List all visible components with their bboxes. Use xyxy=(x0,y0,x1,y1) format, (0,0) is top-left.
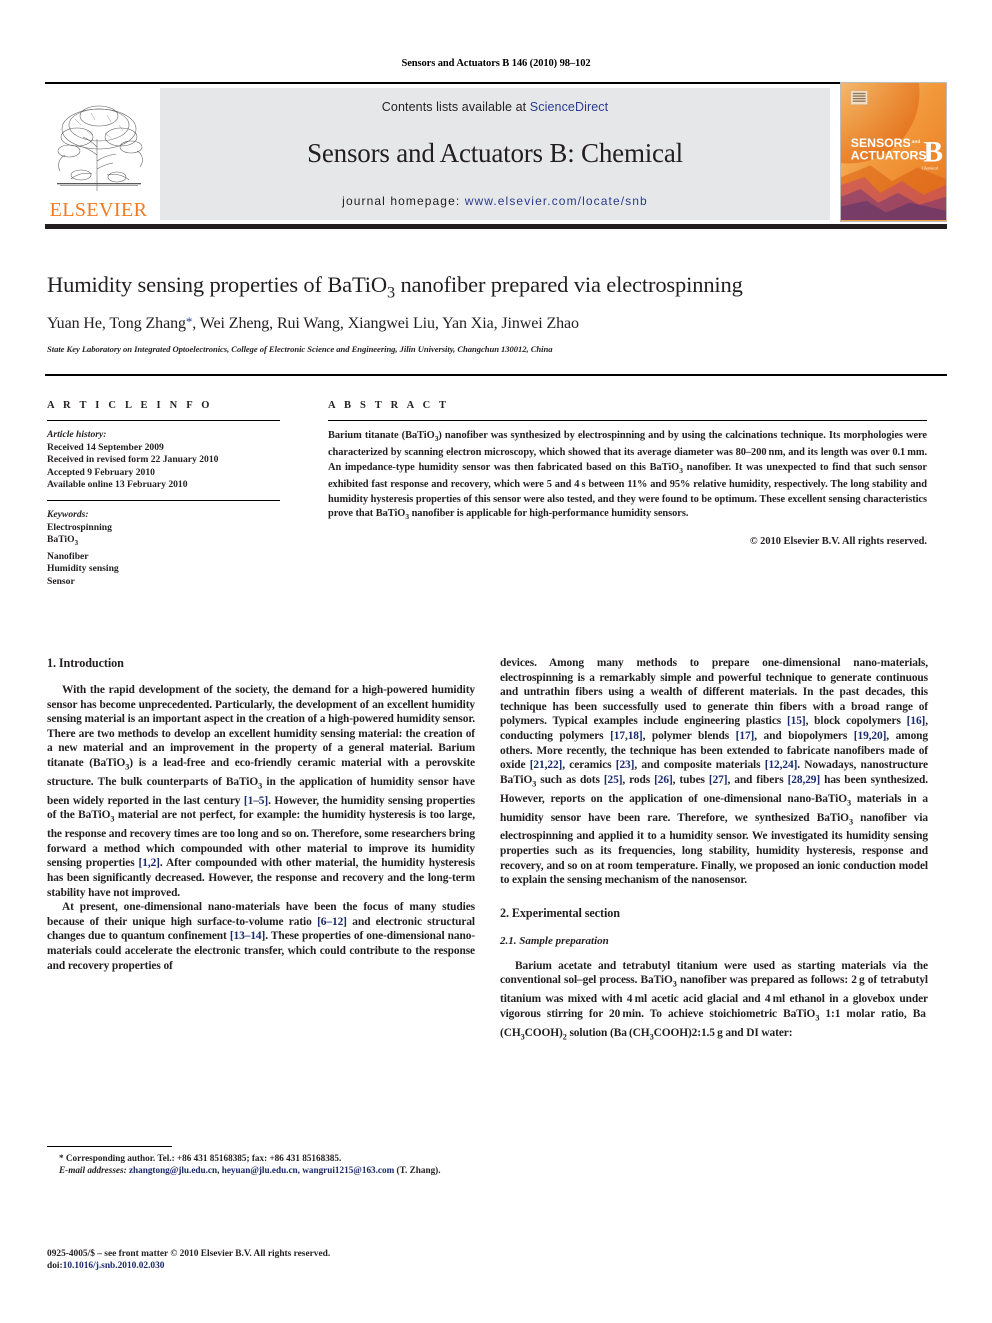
title-part-1: Humidity sensing properties of BaTiO xyxy=(47,272,388,297)
authors-part-2: , Wei Zheng, Rui Wang, Xiangwei Liu, Yan… xyxy=(192,315,579,332)
article-info-column: A R T I C L E I N F O Article history: R… xyxy=(47,400,280,588)
issn-front-matter: 0925-4005/$ – see front matter © 2010 El… xyxy=(47,1249,331,1259)
abstract-text: Barium titanate (BaTiO3) nanofiber was s… xyxy=(328,430,927,522)
abstract-heading: A B S T R A C T xyxy=(328,400,450,411)
paragraph: With the rapid development of the societ… xyxy=(47,684,475,899)
email-note: E-mail addresses: zhangtong@jlu.edu.cn, … xyxy=(47,1164,475,1176)
imprint-block: 0925-4005/$ – see front matter © 2010 El… xyxy=(47,1248,475,1273)
article-info-rule xyxy=(47,420,280,421)
masthead-bottom-rule xyxy=(45,224,947,229)
history-item: Received in revised form 22 January 2010 xyxy=(47,454,219,466)
title-part-2: nanofiber prepared via electrospinning xyxy=(394,272,743,297)
abstract-copyright: © 2010 Elsevier B.V. All rights reserved… xyxy=(749,535,927,547)
section-heading-experimental: 2. Experimental section xyxy=(500,905,620,920)
article-history: Article history: Received 14 September 2… xyxy=(47,429,280,492)
svg-text:ACTUATORS: ACTUATORS xyxy=(851,149,927,163)
journal-cover-thumbnail[interactable]: SENSORS and ACTUATORS B Chemical xyxy=(840,82,947,222)
homepage-label: journal homepage: xyxy=(342,194,465,208)
keyword-item: Humidity sensing xyxy=(47,563,119,575)
body-column-right: devices. Among many methods to prepare o… xyxy=(500,656,928,1045)
homepage-url-link[interactable]: www.elsevier.com/locate/snb xyxy=(465,194,648,208)
paragraph: devices. Among many methods to prepare o… xyxy=(500,657,929,887)
journal-article-page: Sensors and Actuators B 146 (2010) 98–10… xyxy=(0,0,992,1323)
article-history-label: Article history: xyxy=(47,429,107,440)
page-title: Humidity sensing properties of BaTiO3 na… xyxy=(47,272,927,303)
subsection-heading-sample-preparation: 2.1. Sample preparation xyxy=(500,934,609,947)
affiliation: State Key Laboratory on Integrated Optoe… xyxy=(47,344,553,354)
svg-text:and: and xyxy=(912,139,921,145)
sciencedirect-link[interactable]: ScienceDirect xyxy=(530,100,608,114)
keywords-list: Keywords: Electrospinning BaTiO3 Nanofib… xyxy=(47,509,280,588)
doi-link[interactable]: 10.1016/j.snb.2010.02.030 xyxy=(63,1261,165,1271)
contents-prefix: Contents lists available at xyxy=(381,100,530,114)
title-subscript: 3 xyxy=(387,283,395,302)
elsevier-tree-icon xyxy=(56,105,143,191)
journal-title: Sensors and Actuators B: Chemical xyxy=(307,138,683,168)
paragraph: Barium acetate and tetrabutyl titanium w… xyxy=(500,959,928,1041)
history-item: Available online 13 February 2010 xyxy=(47,479,188,491)
elsevier-wordmark: ELSEVIER xyxy=(49,199,148,221)
authors-part-1: Yuan He, Tong Zhang xyxy=(47,315,186,332)
email-suffix: (T. Zhang). xyxy=(394,1165,441,1176)
masthead-top-rule xyxy=(45,82,947,84)
section-heading-introduction: 1. Introduction xyxy=(47,656,124,670)
keyword-item: BaTiO3 xyxy=(47,534,79,548)
author-list: Yuan He, Tong Zhang*, Wei Zheng, Rui Wan… xyxy=(47,314,927,333)
history-item: Received 14 September 2009 xyxy=(47,441,164,453)
body-column-left: 1. Introduction With the rapid developme… xyxy=(47,656,475,973)
email-label: E-mail addresses: xyxy=(59,1165,127,1176)
elsevier-logo: ELSEVIER xyxy=(45,88,152,220)
keyword-item: Electrospinning xyxy=(47,521,112,533)
doi-line: doi:10.1016/j.snb.2010.02.030 xyxy=(47,1260,475,1272)
svg-text:B: B xyxy=(923,136,943,168)
svg-text:Chemical: Chemical xyxy=(921,165,938,170)
corresponding-author-note: * Corresponding author. Tel.: +86 431 85… xyxy=(59,1153,342,1163)
title-block-rule xyxy=(45,374,947,376)
keyword-subscript: 3 xyxy=(74,540,79,548)
keyword-item: Sensor xyxy=(47,575,75,587)
doi-label: doi: xyxy=(47,1261,63,1272)
keywords-rule xyxy=(47,499,280,501)
abstract-column: A B S T R A C T Barium titanate (BaTiO3)… xyxy=(328,400,927,547)
contents-list-line: Contents lists available at ScienceDirec… xyxy=(382,100,608,114)
history-item: Accepted 9 February 2010 xyxy=(47,466,155,478)
journal-cover-artwork: SENSORS and ACTUATORS B Chemical xyxy=(841,83,946,221)
journal-homepage-line: journal homepage: www.elsevier.com/locat… xyxy=(342,194,648,208)
keyword-item: Nanofiber xyxy=(47,550,89,562)
journal-banner: Contents lists available at ScienceDirec… xyxy=(160,88,830,220)
footnote-area: * Corresponding author. Tel.: +86 431 85… xyxy=(47,1146,475,1176)
running-head: Sensors and Actuators B 146 (2010) 98–10… xyxy=(401,58,591,69)
journal-masthead: ELSEVIER Contents lists available at Sci… xyxy=(45,82,947,232)
email-addresses[interactable]: zhangtong@jlu.edu.cn, heyuan@jlu.edu.cn,… xyxy=(129,1165,394,1175)
footnote-rule xyxy=(47,1146,172,1147)
abstract-rule xyxy=(328,420,927,421)
paragraph: At present, one-dimensional nano-materia… xyxy=(47,901,475,972)
keywords-label: Keywords: xyxy=(47,508,89,520)
article-info-heading: A R T I C L E I N F O xyxy=(47,400,213,411)
